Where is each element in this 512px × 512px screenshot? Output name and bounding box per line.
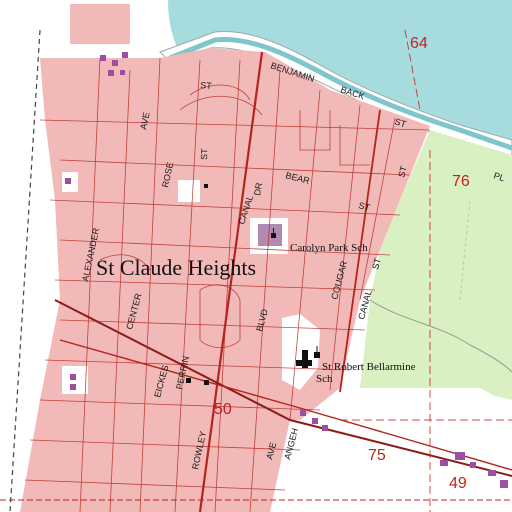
section-number-64: 64: [410, 35, 428, 52]
place-name-label: St Claude Heights: [96, 255, 256, 280]
school-label-bellarmine: St Robert Bellarmine: [322, 361, 416, 373]
section-number-49: 49: [449, 475, 467, 492]
section-number-76: 76: [452, 173, 470, 190]
urban-block-north: [70, 4, 130, 44]
topographic-map: St Claude Heights Carolyn Park Sch St Ro…: [0, 0, 512, 512]
school-building-carolyn: [258, 224, 282, 246]
park-parcel: [178, 180, 200, 202]
street-label-st-2: ST: [200, 80, 213, 91]
school-label-carolyn: Carolyn Park Sch: [290, 242, 368, 254]
street-label-st-3: ST: [199, 148, 209, 160]
section-number-50: 50: [214, 401, 232, 418]
section-number-75: 75: [368, 447, 386, 464]
school-label-bellarmine-cont: Sch: [316, 373, 333, 385]
